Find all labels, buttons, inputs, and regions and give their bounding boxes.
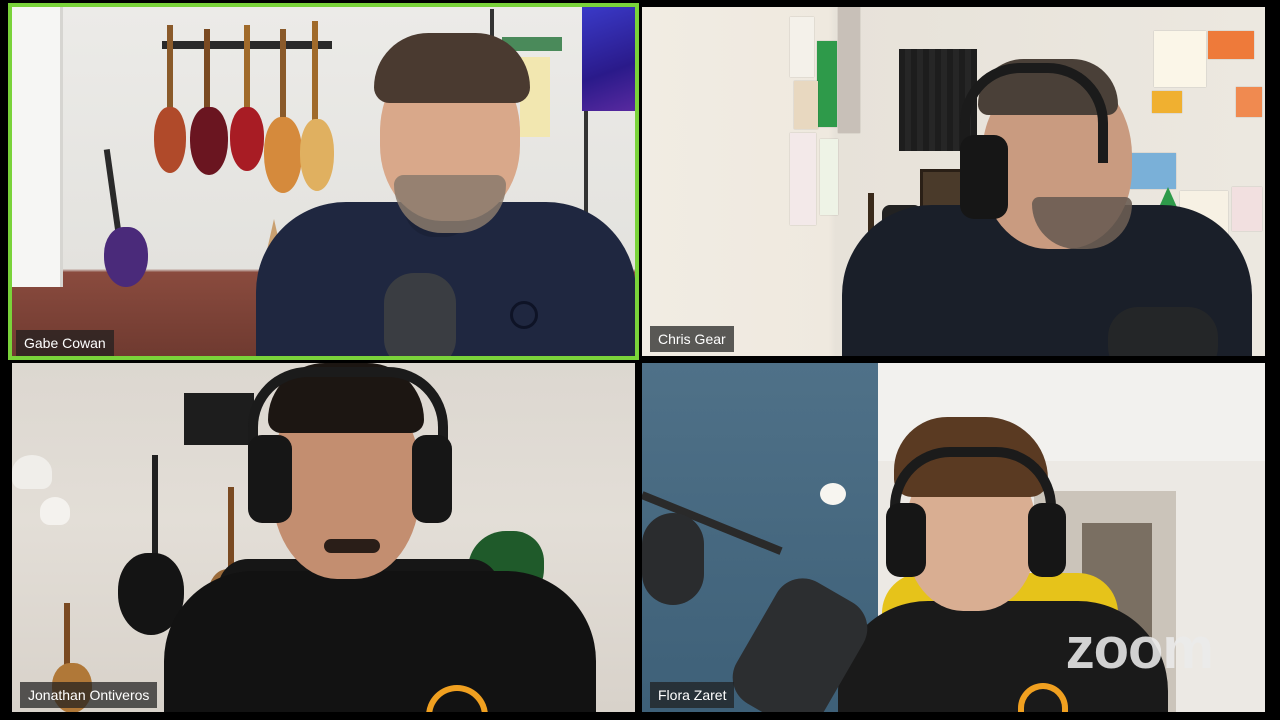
guitar-body	[190, 107, 228, 175]
wall-drawing	[1236, 87, 1262, 117]
participant-name-label: Flora Zaret	[650, 682, 735, 708]
participant-mustache	[324, 539, 380, 553]
wall-drawing	[790, 17, 814, 77]
guitar-body	[154, 107, 186, 173]
headphone-earcup	[886, 503, 926, 577]
wall-drawing	[817, 41, 837, 127]
participant-tile-chris-gear[interactable]: Chris Gear	[642, 7, 1265, 356]
video-gallery: Gabe Cowan Chris Gear Jonathan Ontiveros…	[0, 0, 1280, 720]
wall-drawing	[1154, 31, 1206, 87]
guitar-neck	[312, 21, 318, 131]
guitar-body	[230, 107, 264, 171]
audio-brand-logo-icon	[510, 301, 538, 329]
headphone-earcup	[412, 435, 452, 523]
guitar-body	[104, 227, 148, 287]
participant-hair	[374, 33, 530, 103]
wall-drawing	[794, 81, 818, 129]
wall-drawing	[838, 7, 860, 133]
wall-drawing	[1152, 91, 1182, 113]
floor-lamp	[12, 455, 52, 489]
wall-art-frame	[184, 393, 254, 445]
wall-drawing	[1232, 187, 1262, 231]
guitar-body	[300, 119, 334, 191]
wall-drawing	[820, 139, 838, 215]
lamp-bulb	[820, 483, 846, 505]
wall-drawing	[1208, 31, 1254, 59]
guitar-neck	[280, 29, 286, 129]
headphone-earcup	[1028, 503, 1066, 577]
guitar-neck	[152, 455, 158, 565]
participant-tile-gabe-cowan[interactable]: Gabe Cowan	[8, 3, 639, 360]
headphone-earcup	[248, 435, 292, 523]
floor-lamp-shade	[40, 497, 70, 525]
participant-torso	[164, 571, 596, 712]
headphone-earcup	[960, 135, 1008, 219]
microphone	[384, 273, 456, 356]
tv-screen	[582, 7, 635, 111]
participant-name-label: Jonathan Ontiveros	[20, 682, 158, 708]
microphone	[1108, 307, 1218, 356]
studio-light	[642, 513, 704, 605]
participant-tile-flora-zaret[interactable]: zoom Flora Zaret	[642, 363, 1265, 712]
door	[12, 7, 63, 287]
participant-tile-jonathan-ontiveros[interactable]: Jonathan Ontiveros	[12, 363, 635, 712]
participant-name-label: Gabe Cowan	[16, 330, 114, 356]
wall-drawing	[1130, 153, 1176, 189]
participant-name-label: Chris Gear	[650, 326, 734, 352]
wall-drawing	[790, 133, 816, 225]
zoom-watermark-logo: zoom	[1065, 616, 1214, 681]
guitar-body	[264, 117, 302, 193]
